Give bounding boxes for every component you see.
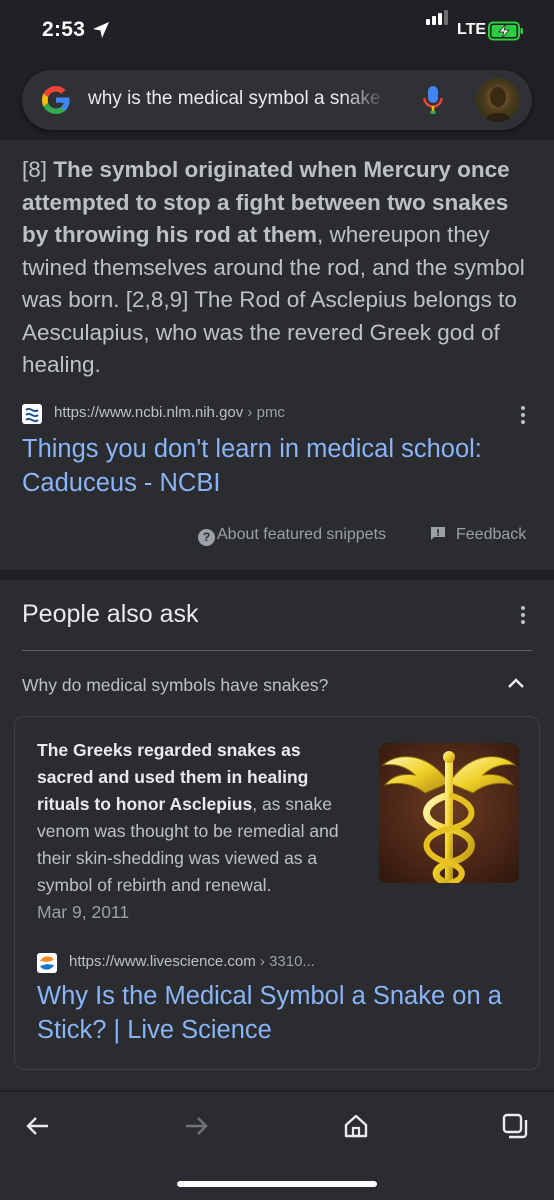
answer-date: Mar 9, 2011 xyxy=(37,902,130,922)
source-domain: https://www.livescience.com xyxy=(69,953,256,970)
snippet-result-link[interactable]: Things you don't learn in medical school… xyxy=(22,432,532,500)
search-bar[interactable]: why is the medical symbol a snake xyxy=(22,70,532,130)
forward-arrow-icon[interactable] xyxy=(182,1112,210,1140)
ncbi-favicon-icon xyxy=(22,404,42,424)
home-indicator[interactable] xyxy=(177,1181,377,1187)
paa-source[interactable]: https://www.livescience.com › 3310... xyxy=(37,951,517,975)
more-options-icon[interactable] xyxy=(520,406,526,426)
livescience-favicon-icon xyxy=(37,953,57,973)
feedback-icon xyxy=(431,527,445,540)
more-options-icon[interactable] xyxy=(520,606,526,626)
battery-charging-icon xyxy=(488,21,523,41)
paa-question[interactable]: Why do medical symbols have snakes? xyxy=(22,675,328,696)
feedback-button[interactable]: Feedback xyxy=(430,526,526,544)
paa-result-link[interactable]: Why Is the Medical Symbol a Snake on a S… xyxy=(37,979,517,1047)
network-type-label: LTE xyxy=(457,21,487,38)
chevron-up-icon[interactable] xyxy=(506,676,526,690)
snippet-text: [8] The symbol originated when Mercury o… xyxy=(22,154,532,382)
people-also-ask-title: People also ask xyxy=(22,600,199,628)
divider xyxy=(22,650,532,651)
about-label: About featured snippets xyxy=(217,526,387,543)
account-avatar[interactable] xyxy=(476,78,520,122)
location-arrow-icon xyxy=(93,22,109,38)
featured-snippet: [8] The symbol originated when Mercury o… xyxy=(0,140,554,570)
snippet-ref: [8] xyxy=(22,157,54,182)
snippet-source-url[interactable]: https://www.ncbi.nlm.nih.gov › pmc xyxy=(54,404,285,421)
source-domain: https://www.ncbi.nlm.nih.gov xyxy=(54,404,244,421)
search-input[interactable]: why is the medical symbol a snake xyxy=(88,88,388,110)
help-icon: ? xyxy=(198,529,215,546)
people-also-ask-section: People also ask Why do medical symbols h… xyxy=(0,580,554,1090)
caduceus-image[interactable] xyxy=(379,743,519,883)
status-time: 2:53 xyxy=(42,18,86,41)
feedback-label: Feedback xyxy=(456,526,527,543)
paa-answer-text: The Greeks regarded snakes as sacred and… xyxy=(37,737,357,926)
back-arrow-icon[interactable] xyxy=(24,1112,52,1140)
microphone-icon[interactable] xyxy=(422,84,444,116)
paa-answer-card: The Greeks regarded snakes as sacred and… xyxy=(14,716,540,1070)
source-path: › 3310... xyxy=(255,953,315,970)
status-bar: 2:53 LTE xyxy=(0,0,554,60)
home-icon[interactable] xyxy=(342,1112,370,1140)
tabs-icon[interactable] xyxy=(501,1112,529,1140)
bottom-toolbar xyxy=(0,1092,554,1200)
about-featured-snippets-link[interactable]: ? About featured snippets xyxy=(198,526,386,546)
paa-source-url[interactable]: https://www.livescience.com › 3310... xyxy=(69,953,315,970)
google-logo-icon xyxy=(42,86,70,114)
source-path: › pmc xyxy=(243,404,285,421)
snippet-source[interactable]: https://www.ncbi.nlm.nih.gov › pmc xyxy=(22,402,532,426)
